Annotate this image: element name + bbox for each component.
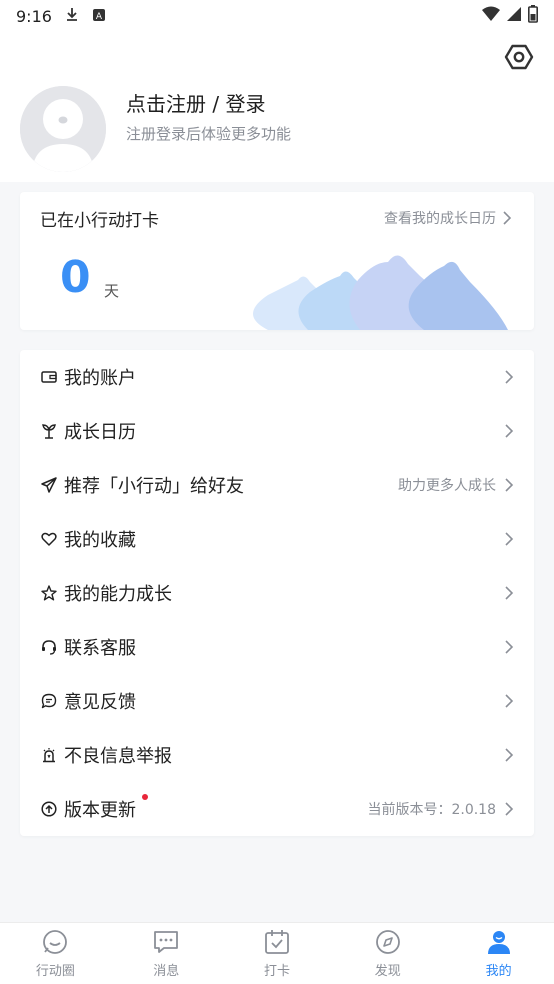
chevron-right-icon <box>505 586 514 600</box>
chevron-right-icon <box>505 532 514 546</box>
tab-checkin[interactable]: 打卡 <box>222 923 333 984</box>
download-icon <box>64 6 80 26</box>
menu-item-version-update[interactable]: 版本更新 当前版本号：2.0.18 <box>20 782 534 836</box>
checkin-card: 已在小行动打卡 查看我的成长日历 0 天 <box>20 192 534 330</box>
menu-item-recommend-friends[interactable]: 推荐「小行动」给好友 助力更多人成长 <box>20 458 534 512</box>
calendar-check-icon <box>265 930 289 954</box>
menu-right-text: 助力更多人成长 <box>398 478 496 494</box>
version-text: 当前版本号：2.0.18 <box>367 802 496 818</box>
menu-label: 成长日历 <box>64 422 136 443</box>
compass-icon <box>375 930 400 954</box>
login-register-link[interactable]: 点击注册 / 登录 <box>126 88 265 117</box>
a-notification-icon: A <box>92 7 106 26</box>
menu-item-feedback[interactable]: 意见反馈 <box>20 674 534 728</box>
alarm-icon <box>40 746 58 764</box>
status-time: 9:16 <box>16 6 52 26</box>
growth-calendar-link-label: 查看我的成长日历 <box>384 211 496 227</box>
heart-icon <box>40 530 58 548</box>
menu-item-report[interactable]: 不良信息举报 <box>20 728 534 782</box>
avatar[interactable] <box>20 86 106 172</box>
bottom-tab-bar: 行动圈 消息 打卡 发现 我的 <box>0 922 554 984</box>
chevron-right-icon <box>505 694 514 708</box>
chevron-right-icon <box>505 802 514 816</box>
menu-item-ability-growth[interactable]: 我的能力成长 <box>20 566 534 620</box>
battery-icon <box>528 5 538 27</box>
tab-label: 我的 <box>485 964 512 979</box>
default-avatar-icon <box>20 86 106 172</box>
signal-icon <box>506 6 522 26</box>
menu-list: 我的账户 成长日历 推荐「小行动」给好友 助力更多人成长 我的收藏 我的能力成长 <box>20 350 534 836</box>
profile-header: 点击注册 / 登录 注册登录后体验更多功能 <box>0 32 554 182</box>
hexagon-settings-icon <box>504 44 534 70</box>
upload-icon <box>40 800 58 818</box>
menu-item-growth-calendar[interactable]: 成长日历 <box>20 404 534 458</box>
wallet-icon <box>40 368 58 386</box>
menu-label: 联系客服 <box>64 638 136 659</box>
menu-label: 我的账户 <box>64 368 136 389</box>
chevron-right-icon <box>505 640 514 654</box>
sprout-icon <box>40 422 58 440</box>
menu-label: 意见反馈 <box>64 692 136 713</box>
tab-label: 消息 <box>153 964 180 979</box>
menu-item-my-account[interactable]: 我的账户 <box>20 350 534 404</box>
star-icon <box>40 584 58 602</box>
chevron-right-icon <box>503 211 512 225</box>
tab-label: 发现 <box>374 964 401 979</box>
tab-mine[interactable]: 我的 <box>443 923 554 984</box>
send-icon <box>40 476 58 494</box>
person-icon <box>487 931 510 954</box>
menu-label: 版本更新 <box>64 794 148 822</box>
tab-label: 行动圈 <box>35 964 75 979</box>
checkin-days-unit: 天 <box>104 282 120 300</box>
menu-item-customer-service[interactable]: 联系客服 <box>20 620 534 674</box>
menu-item-favorites[interactable]: 我的收藏 <box>20 512 534 566</box>
wifi-icon <box>482 6 500 26</box>
status-bar: 9:16 A <box>0 0 554 32</box>
menu-label: 我的能力成长 <box>64 584 172 605</box>
decorative-waves <box>253 255 508 330</box>
tab-discover[interactable]: 发现 <box>332 923 443 984</box>
chevron-right-icon <box>505 478 514 492</box>
chevron-right-icon <box>505 748 514 762</box>
chevron-right-icon <box>505 424 514 438</box>
growth-calendar-link[interactable]: 查看我的成长日历 <box>384 208 512 228</box>
tab-label: 打卡 <box>263 964 290 979</box>
settings-button[interactable] <box>504 42 534 72</box>
checkin-title: 已在小行动打卡 <box>40 211 159 231</box>
checkin-days-count: 0 <box>60 252 91 303</box>
headset-icon <box>40 638 58 656</box>
menu-label: 不良信息举报 <box>64 746 172 767</box>
update-badge-dot <box>142 794 148 800</box>
login-hint: 注册登录后体验更多功能 <box>126 125 292 143</box>
tab-action-circle[interactable]: 行动圈 <box>0 923 111 984</box>
menu-label: 我的收藏 <box>64 530 136 551</box>
circle-chat-icon <box>43 930 68 954</box>
svg-text:A: A <box>96 12 103 22</box>
message-icon <box>154 931 179 953</box>
chevron-right-icon <box>505 370 514 384</box>
menu-label: 推荐「小行动」给好友 <box>64 476 244 497</box>
tab-messages[interactable]: 消息 <box>111 923 222 984</box>
feedback-icon <box>40 692 58 710</box>
